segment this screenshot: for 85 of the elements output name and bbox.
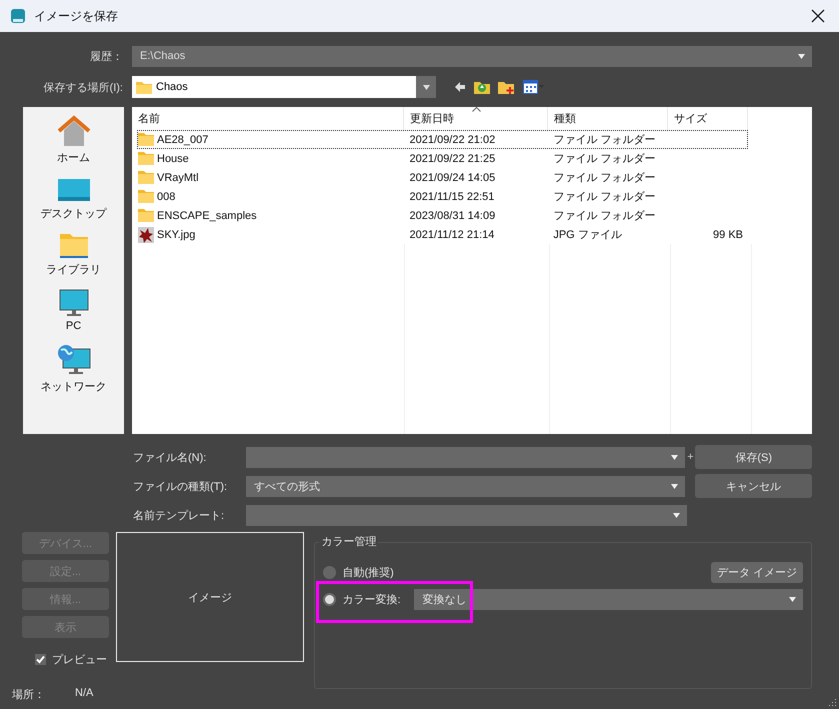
view-menu-icon[interactable] [523, 79, 545, 95]
modified-date: 2021/09/22 21:25 [410, 152, 496, 164]
radio-label[interactable]: カラー変換: [342, 592, 408, 606]
save-in-dropdown[interactable]: Chaos [132, 76, 436, 98]
plus-sign: + [686, 451, 695, 463]
file-type: ファイル フォルダー [553, 133, 656, 147]
folder-icon [138, 171, 154, 184]
place-label[interactable]: PC [66, 320, 82, 332]
modified-date: 2023/08/31 14:09 [410, 210, 496, 222]
folder-icon [138, 152, 154, 165]
image-file-icon [138, 226, 154, 242]
file-name: 008 [157, 190, 176, 202]
dropdown-arrow-icon [671, 484, 678, 488]
close-icon[interactable] [811, 9, 825, 23]
file-row[interactable]: House 2021/09/22 21:25 ファイル フォルダー [137, 149, 748, 168]
conversion-dropdown[interactable]: 変換なし [414, 588, 803, 610]
file-row[interactable]: SKY.jpg 2021/11/12 21:14 JPG ファイル 99 KB [137, 225, 748, 244]
modified-date: 2021/09/22 21:02 [410, 134, 496, 146]
file-name: AE28_007 [157, 134, 208, 146]
data-image-button[interactable]: データ イメージ [710, 562, 803, 582]
file-row[interactable]: VRayMtl 2021/09/24 14:05 ファイル フォルダー [137, 168, 748, 187]
radio-label[interactable]: 自動(推奨) [342, 564, 408, 580]
save-button[interactable]: 保存(S) [695, 445, 812, 469]
dropdown-arrow-icon [671, 454, 678, 460]
place-label[interactable]: デスクトップ [40, 206, 106, 221]
dropdown-arrow-icon [798, 54, 805, 58]
file-name: VRayMtl [157, 172, 199, 184]
folder-icon[interactable] [58, 233, 88, 259]
location-value: N/A [75, 687, 94, 701]
network-icon[interactable] [56, 344, 90, 376]
place-label[interactable]: ホーム [57, 150, 90, 165]
file-name: SKY.jpg [157, 228, 196, 240]
file-name-label: ファイル名(N): [132, 450, 208, 464]
file-name: ENSCAPE_samples [157, 210, 257, 222]
column-header[interactable]: サイズ [668, 107, 748, 130]
dropdown-arrow-icon [422, 84, 430, 90]
radio-button[interactable] [323, 566, 336, 578]
dropdown-arrow-icon [673, 512, 680, 518]
history-dropdown[interactable]: E:\Chaos [132, 46, 812, 66]
group-title: カラー管理 [319, 534, 378, 549]
monitor-icon[interactable] [58, 289, 88, 317]
name-template-label: 名前テンプレート: [132, 508, 226, 522]
file-type: JPG ファイル [553, 228, 622, 242]
cancel-button[interactable]: キャンセル [695, 474, 812, 498]
file-type-dropdown[interactable]: すべての形式 [246, 476, 686, 496]
house-icon[interactable] [56, 115, 90, 147]
column-header[interactable]: 名前 [132, 107, 404, 130]
save-in-label: 保存する場所(I): [42, 80, 123, 94]
modified-date: 2021/11/12 21:14 [410, 228, 494, 240]
file-type: ファイル フォルダー [553, 190, 656, 204]
file-type: ファイル フォルダー [553, 171, 656, 185]
window-title: イメージを保存 [34, 8, 119, 24]
up-folder-icon[interactable] [474, 79, 490, 95]
place-label[interactable]: ライブラリ [46, 262, 101, 277]
dropdown-arrow-icon [789, 596, 796, 602]
column-header[interactable]: 更新日時 [404, 107, 548, 130]
image-preview-label: イメージ [188, 590, 232, 604]
folder-icon [138, 209, 154, 222]
location-label: 場所： [12, 688, 45, 702]
folder-icon [138, 190, 154, 203]
file-type-label: ファイルの種類(T): [132, 480, 228, 494]
file-row[interactable]: ENSCAPE_samples 2023/08/31 14:09 ファイル フォルダー [137, 206, 748, 225]
new-folder-icon[interactable] [498, 79, 515, 95]
modified-date: 2021/09/24 14:05 [410, 172, 496, 184]
folder-icon [136, 80, 152, 94]
file-type: ファイル フォルダー [553, 209, 656, 223]
back-arrow-icon[interactable] [454, 81, 466, 93]
file-row[interactable]: 008 2021/11/15 22:51 ファイル フォルダー [137, 187, 748, 206]
file-name-field[interactable] [246, 446, 686, 468]
modified-date: 2021/11/15 22:51 [410, 190, 494, 202]
file-size: 99 KB [713, 228, 743, 240]
place-label[interactable]: ネットワーク [40, 379, 106, 394]
preview-checkbox[interactable] [35, 654, 46, 665]
app-icon [10, 8, 26, 24]
desktop-icon[interactable] [56, 177, 90, 203]
column-header[interactable]: 種類 [548, 107, 668, 130]
file-name: House [157, 152, 189, 164]
folder-icon [138, 133, 154, 146]
file-row[interactable]: AE28_007 2021/09/22 21:02 ファイル フォルダー [137, 130, 748, 149]
radio-button[interactable] [323, 592, 336, 606]
file-type: ファイル フォルダー [553, 152, 656, 166]
preview-label: プレビュー [52, 652, 107, 667]
sort-caret-icon [472, 107, 481, 112]
history-label: 履歴： [89, 50, 123, 64]
resize-grip-icon[interactable] [828, 698, 837, 707]
